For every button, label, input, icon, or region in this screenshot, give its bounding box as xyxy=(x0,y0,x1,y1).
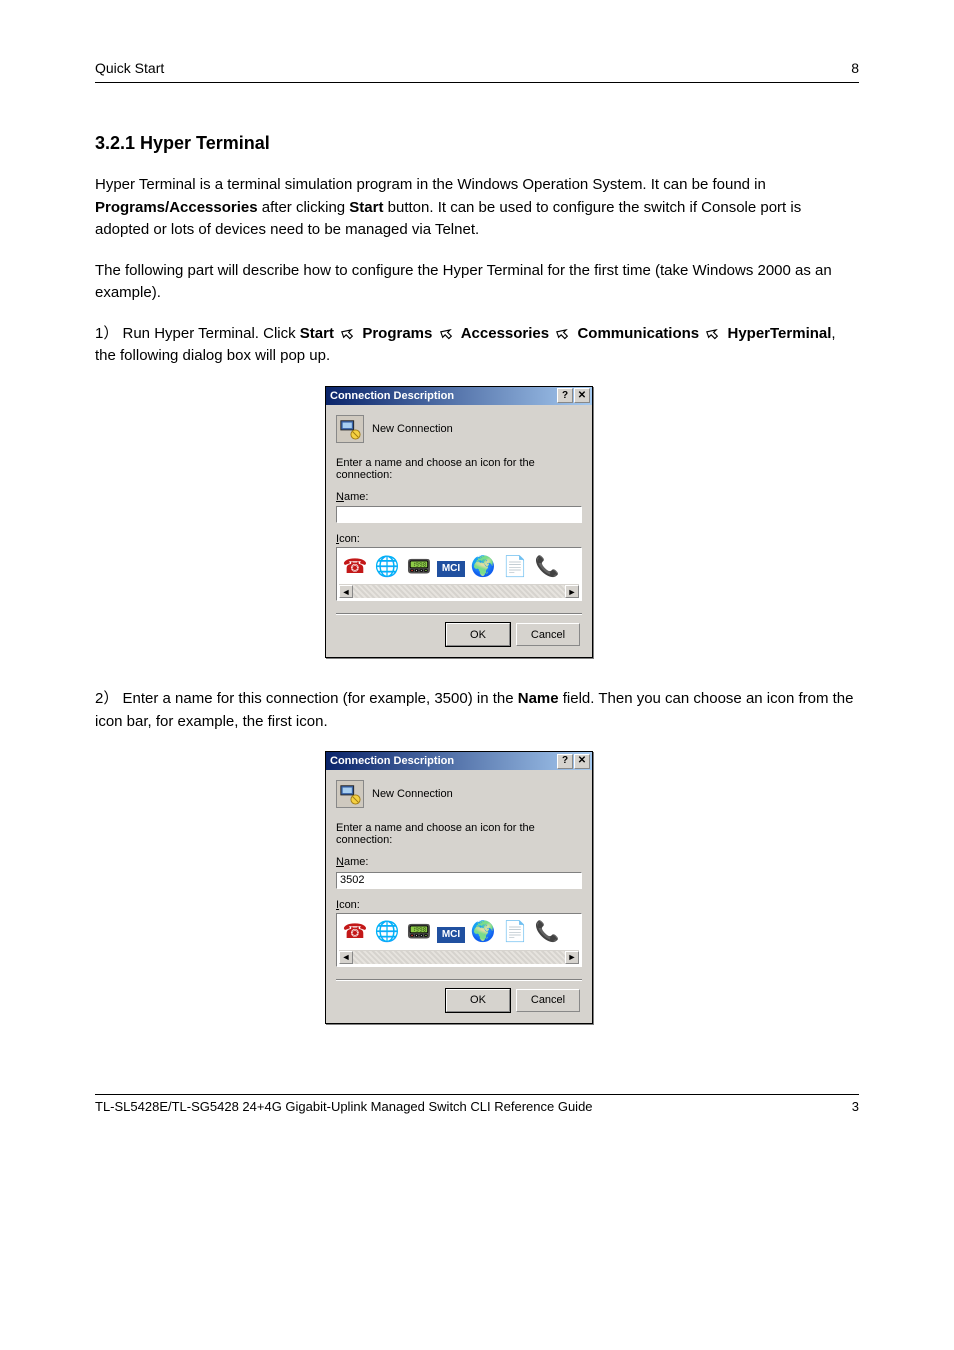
conn-icon[interactable]: 📞 xyxy=(533,552,561,580)
conn-icon[interactable]: 📟 xyxy=(405,552,433,580)
name-label: Name: xyxy=(336,491,582,503)
name-input[interactable] xyxy=(336,506,582,523)
dialog-instruction: Enter a name and choose an icon for the … xyxy=(336,457,582,481)
conn-icon[interactable]: 📞 xyxy=(533,918,561,946)
section-title: 3.2.1 Hyper Terminal xyxy=(95,133,859,154)
dialog-title: Connection Description xyxy=(330,755,454,767)
name-input[interactable] xyxy=(336,872,582,889)
scroll-right-button[interactable]: ► xyxy=(565,951,579,964)
dialog-title-bar: Connection Description ? ✕ xyxy=(326,387,592,405)
step-1: 1） Run Hyper Terminal. Click Start Progr… xyxy=(95,323,859,368)
conn-icon[interactable]: MCI xyxy=(437,918,465,946)
conn-icon[interactable]: MCI xyxy=(437,552,465,580)
close-button[interactable]: ✕ xyxy=(574,754,590,769)
icon-list[interactable]: ☎ 🌐 📟 MCI 🌍 📄 📞 ◄ ► xyxy=(336,547,582,601)
connection-description-dialog: Connection Description ? ✕ New Connectio… xyxy=(325,386,593,659)
close-button[interactable]: ✕ xyxy=(574,388,590,403)
footer-right: 3 xyxy=(852,1099,859,1114)
conn-icon[interactable]: 🌐 xyxy=(373,552,401,580)
dialog-title: Connection Description xyxy=(330,390,454,402)
dialog-separator xyxy=(336,979,582,981)
icon-label: Icon: xyxy=(336,533,582,545)
arrow-icon xyxy=(440,325,454,339)
header-right: 8 xyxy=(851,60,859,76)
arrow-icon xyxy=(706,325,720,339)
conn-icon[interactable]: 📄 xyxy=(501,918,529,946)
conn-icon[interactable]: 📟 xyxy=(405,918,433,946)
icon-scrollbar[interactable]: ◄ ► xyxy=(339,950,579,964)
conn-icon[interactable]: 🌐 xyxy=(373,918,401,946)
header-rule xyxy=(95,82,859,83)
conn-icon[interactable]: ☎ xyxy=(341,918,369,946)
header-left: Quick Start xyxy=(95,60,164,76)
step-2: 2） Enter a name for this connection (for… xyxy=(95,688,859,733)
dialog-separator xyxy=(336,613,582,615)
ok-button[interactable]: OK xyxy=(446,623,510,646)
help-button[interactable]: ? xyxy=(557,388,573,403)
cancel-button[interactable]: Cancel xyxy=(516,989,580,1012)
footer-left: TL-SL5428E/TL-SG5428 24+4G Gigabit-Uplin… xyxy=(95,1099,593,1114)
connection-description-dialog: Connection Description ? ✕ New Connectio… xyxy=(325,751,593,1024)
conn-icon[interactable]: ☎ xyxy=(341,552,369,580)
dialog-instruction: Enter a name and choose an icon for the … xyxy=(336,822,582,846)
scroll-left-button[interactable]: ◄ xyxy=(339,951,353,964)
new-connection-icon xyxy=(336,415,364,443)
new-connection-icon xyxy=(336,780,364,808)
conn-icon[interactable]: 🌍 xyxy=(469,552,497,580)
conn-icon[interactable]: 🌍 xyxy=(469,918,497,946)
footer-rule xyxy=(95,1094,859,1095)
scroll-right-button[interactable]: ► xyxy=(565,585,579,598)
name-label: Name: xyxy=(336,856,582,868)
ok-button[interactable]: OK xyxy=(446,989,510,1012)
icon-scrollbar[interactable]: ◄ ► xyxy=(339,584,579,598)
new-connection-label: New Connection xyxy=(372,788,453,800)
cancel-button[interactable]: Cancel xyxy=(516,623,580,646)
scroll-left-button[interactable]: ◄ xyxy=(339,585,353,598)
icon-label: Icon: xyxy=(336,899,582,911)
conn-icon[interactable]: 📄 xyxy=(501,552,529,580)
paragraph-2: The following part will describe how to … xyxy=(95,260,859,305)
arrow-icon xyxy=(341,325,355,339)
dialog-title-bar: Connection Description ? ✕ xyxy=(326,752,592,770)
icon-list[interactable]: ☎ 🌐 📟 MCI 🌍 📄 📞 ◄ ► xyxy=(336,913,582,967)
help-button[interactable]: ? xyxy=(557,754,573,769)
paragraph-1: Hyper Terminal is a terminal simulation … xyxy=(95,174,859,242)
arrow-icon xyxy=(556,325,570,339)
new-connection-label: New Connection xyxy=(372,423,453,435)
